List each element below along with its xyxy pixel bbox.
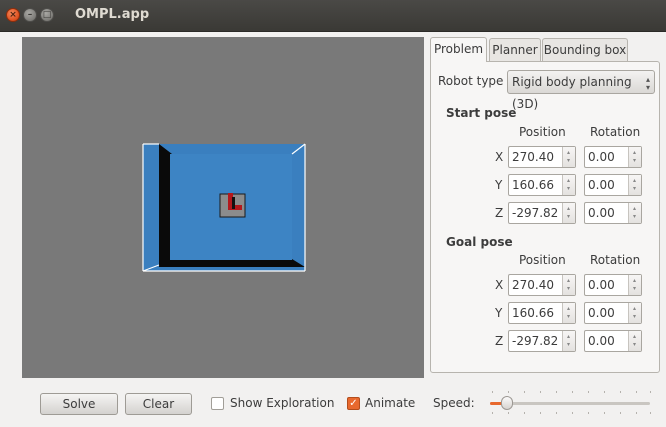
goal-z-label: Z	[495, 334, 504, 348]
goal-position-header: Position	[519, 253, 566, 267]
spin-arrows-icon[interactable]: ▴ ▾	[562, 175, 575, 195]
start-z-label: Z	[495, 206, 504, 220]
spin-arrows-icon[interactable]: ▴ ▾	[562, 203, 575, 223]
scene-rendering	[142, 143, 306, 272]
goal-y-position-spinbox[interactable]: 160.66 ▴ ▾	[508, 302, 576, 324]
minimize-icon: –	[27, 10, 33, 20]
start-x-label: X	[495, 150, 504, 164]
spin-arrows-icon[interactable]: ▴ ▾	[562, 147, 575, 167]
3d-viewport[interactable]	[22, 37, 424, 378]
animate-label[interactable]: Animate	[365, 396, 415, 410]
start-y-position-spinbox[interactable]: 160.66 ▴ ▾	[508, 174, 576, 196]
start-position-header: Position	[519, 125, 566, 139]
checkmark-icon: ✓	[349, 398, 358, 409]
tab-problem[interactable]: Problem	[430, 37, 487, 62]
spin-arrows-icon[interactable]: ▴ ▾	[562, 275, 575, 295]
goal-x-position-spinbox[interactable]: 270.40 ▴ ▾	[508, 274, 576, 296]
slider-ticks-bottom	[492, 412, 652, 415]
goal-pose-heading: Goal pose	[446, 235, 513, 249]
goal-z-rotation-spinbox[interactable]: 0.00 ▴ ▾	[584, 330, 642, 352]
close-icon: ×	[9, 10, 17, 20]
start-x-position-spinbox[interactable]: 270.40 ▴ ▾	[508, 146, 576, 168]
problem-panel: Robot type Rigid body planning (3D) ▴ ▾ S…	[430, 61, 660, 373]
goal-x-rotation-spinbox[interactable]: 0.00 ▴ ▾	[584, 274, 642, 296]
spin-arrows-icon[interactable]: ▴ ▾	[628, 275, 641, 295]
show-exploration-checkbox[interactable]	[211, 397, 224, 410]
solve-button[interactable]: Solve	[40, 393, 118, 415]
start-y-label: Y	[495, 178, 503, 192]
window-title: OMPL.app	[75, 7, 150, 22]
slider-ticks-top	[492, 391, 652, 394]
goal-x-label: X	[495, 278, 504, 292]
speed-label: Speed:	[433, 396, 475, 410]
start-z-position-spinbox[interactable]: -297.82 ▴ ▾	[508, 202, 576, 224]
robot-type-select[interactable]: Rigid body planning (3D) ▴ ▾	[507, 70, 655, 111]
speed-slider-track[interactable]	[490, 402, 650, 405]
robot-model	[219, 193, 246, 218]
robot-type-value: Rigid body planning (3D)	[512, 75, 632, 111]
spin-arrows-icon[interactable]: ▴ ▾	[562, 303, 575, 323]
spin-arrows-icon[interactable]: ▴ ▾	[562, 331, 575, 351]
close-window-button[interactable]: ×	[6, 8, 20, 22]
spin-arrows-icon[interactable]: ▴ ▾	[628, 303, 641, 323]
updown-arrows-icon: ▴ ▾	[645, 75, 650, 92]
spin-arrows-icon[interactable]: ▴ ▾	[628, 331, 641, 351]
maximize-icon: □	[42, 10, 52, 20]
spin-arrows-icon[interactable]: ▴ ▾	[628, 203, 641, 223]
robot-type-label: Robot type	[438, 74, 504, 88]
spin-arrows-icon[interactable]: ▴ ▾	[628, 147, 641, 167]
tab-bounding-box[interactable]: Bounding box	[542, 38, 628, 61]
minimize-window-button[interactable]: –	[23, 8, 37, 22]
title-bar: × – □ OMPL.app	[0, 0, 666, 32]
animate-checkbox[interactable]: ✓	[347, 397, 360, 410]
goal-rotation-header: Rotation	[590, 253, 641, 267]
speed-slider-handle[interactable]	[501, 396, 513, 410]
tab-planner[interactable]: Planner	[489, 38, 541, 61]
goal-y-rotation-spinbox[interactable]: 0.00 ▴ ▾	[584, 302, 642, 324]
start-pose-heading: Start pose	[446, 106, 517, 120]
goal-z-position-spinbox[interactable]: -297.82 ▴ ▾	[508, 330, 576, 352]
spin-arrows-icon[interactable]: ▴ ▾	[628, 175, 641, 195]
maximize-window-button[interactable]: □	[40, 8, 54, 22]
clear-button[interactable]: Clear	[125, 393, 192, 415]
start-y-rotation-spinbox[interactable]: 0.00 ▴ ▾	[584, 174, 642, 196]
show-exploration-label[interactable]: Show Exploration	[230, 396, 334, 410]
start-rotation-header: Rotation	[590, 125, 641, 139]
goal-y-label: Y	[495, 306, 503, 320]
start-x-rotation-spinbox[interactable]: 0.00 ▴ ▾	[584, 146, 642, 168]
start-z-rotation-spinbox[interactable]: 0.00 ▴ ▾	[584, 202, 642, 224]
